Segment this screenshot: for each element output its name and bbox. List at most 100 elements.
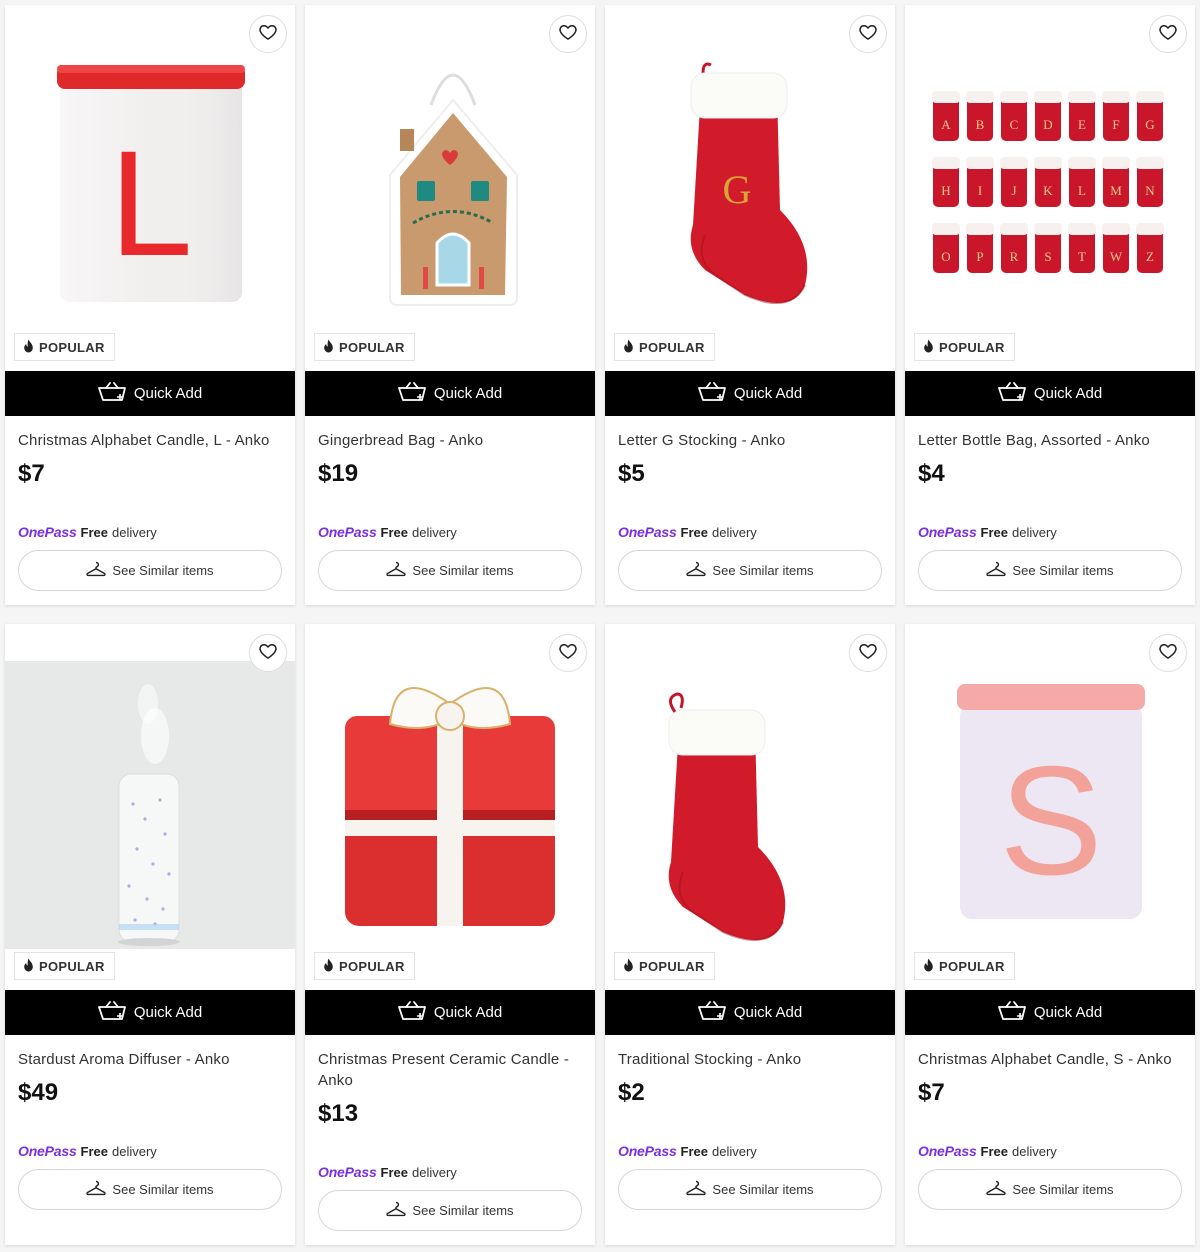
hanger-icon bbox=[86, 561, 107, 580]
product-image-area[interactable]: A B C D E F G H I J K L M N O P R S T W … bbox=[905, 5, 1195, 330]
svg-text:K: K bbox=[1043, 183, 1053, 198]
product-card[interactable]: POPULAR Quick Add Christmas Present Cerami… bbox=[305, 624, 595, 1245]
see-similar-button[interactable]: See Similar items bbox=[18, 550, 282, 591]
onepass-delivery: OnePass Free delivery bbox=[18, 524, 157, 540]
product-image[interactable]: G bbox=[605, 5, 895, 330]
product-card[interactable]: S POPULAR Quick Add Christmas Alphabet Cand… bbox=[905, 624, 1195, 1245]
flame-icon bbox=[923, 339, 934, 356]
svg-text:F: F bbox=[1112, 117, 1119, 132]
onepass-delivery: OnePass Free delivery bbox=[918, 1143, 1057, 1159]
svg-text:J: J bbox=[1011, 183, 1016, 198]
product-card[interactable]: POPULAR Quick Add Traditional Stocking - A… bbox=[605, 624, 895, 1245]
product-card[interactable]: A B C D E F G H I J K L M N O P R S T W … bbox=[905, 5, 1195, 605]
quick-add-button[interactable]: Quick Add bbox=[905, 990, 1195, 1035]
product-price: $7 bbox=[918, 1079, 945, 1106]
product-image[interactable] bbox=[5, 624, 295, 949]
onepass-logo: OnePass bbox=[918, 524, 977, 540]
quick-add-button[interactable]: Quick Add bbox=[305, 990, 595, 1035]
product-title[interactable]: Letter Bottle Bag, Assorted - Anko bbox=[918, 430, 1182, 451]
product-image-area[interactable]: S bbox=[905, 624, 1195, 949]
product-title[interactable]: Traditional Stocking - Anko bbox=[618, 1049, 882, 1070]
product-image-area[interactable] bbox=[305, 5, 595, 330]
delivery-label: delivery bbox=[412, 525, 457, 540]
product-title[interactable]: Gingerbread Bag - Anko bbox=[318, 430, 582, 451]
svg-text:O: O bbox=[941, 249, 950, 264]
product-image[interactable] bbox=[305, 5, 595, 330]
svg-text:G: G bbox=[1145, 117, 1154, 132]
product-title[interactable]: Letter G Stocking - Anko bbox=[618, 430, 882, 451]
wishlist-button[interactable] bbox=[549, 634, 587, 672]
popular-badge: POPULAR bbox=[914, 952, 1015, 980]
product-image[interactable]: A B C D E F G H I J K L M N O P R S T W … bbox=[905, 5, 1195, 330]
see-similar-label: See Similar items bbox=[1012, 1182, 1114, 1197]
quick-add-button[interactable]: Quick Add bbox=[905, 371, 1195, 416]
wishlist-button[interactable] bbox=[1149, 15, 1187, 53]
product-image[interactable]: S bbox=[905, 624, 1195, 949]
quick-add-button[interactable]: Quick Add bbox=[605, 990, 895, 1035]
product-image-area[interactable]: L bbox=[5, 5, 295, 330]
quick-add-label: Quick Add bbox=[133, 385, 203, 402]
quick-add-button[interactable]: Quick Add bbox=[5, 371, 295, 416]
quick-add-label: Quick Add bbox=[433, 1004, 503, 1021]
see-similar-button[interactable]: See Similar items bbox=[318, 550, 582, 591]
free-label: Free bbox=[380, 525, 408, 540]
onepass-delivery: OnePass Free delivery bbox=[618, 524, 757, 540]
product-price: $13 bbox=[318, 1100, 359, 1127]
flame-icon bbox=[623, 339, 634, 356]
wishlist-button[interactable] bbox=[849, 15, 887, 53]
wishlist-button[interactable] bbox=[249, 634, 287, 672]
product-price: $4 bbox=[918, 460, 945, 487]
see-similar-button[interactable]: See Similar items bbox=[918, 550, 1182, 591]
product-title[interactable]: Christmas Present Ceramic Candle - Anko bbox=[318, 1049, 582, 1091]
wishlist-button[interactable] bbox=[249, 15, 287, 53]
onepass-logo: OnePass bbox=[918, 1143, 977, 1159]
product-image-area[interactable] bbox=[605, 624, 895, 949]
product-title[interactable]: Stardust Aroma Diffuser - Anko bbox=[18, 1049, 282, 1070]
product-image[interactable] bbox=[305, 624, 595, 949]
product-card[interactable]: G POPULAR Quick Add Letter G Stocking - An… bbox=[605, 5, 895, 605]
wishlist-button[interactable] bbox=[549, 15, 587, 53]
product-title[interactable]: Christmas Alphabet Candle, L - Anko bbox=[18, 430, 282, 451]
product-image-area[interactable] bbox=[5, 624, 295, 949]
product-card[interactable]: L POPULAR Quick Add Christmas Alphabet Can… bbox=[5, 5, 295, 605]
see-similar-button[interactable]: See Similar items bbox=[618, 550, 882, 591]
onepass-logo: OnePass bbox=[618, 1143, 677, 1159]
quick-add-button[interactable]: Quick Add bbox=[305, 371, 595, 416]
product-card[interactable]: POPULAR Quick Add Stardust Aroma Diffuser … bbox=[5, 624, 295, 1245]
see-similar-button[interactable]: See Similar items bbox=[318, 1190, 582, 1231]
free-label: Free bbox=[80, 1144, 108, 1159]
wishlist-button[interactable] bbox=[849, 634, 887, 672]
product-image-area[interactable]: G bbox=[605, 5, 895, 330]
svg-text:L: L bbox=[109, 119, 192, 287]
heart-icon bbox=[558, 22, 578, 47]
popular-badge: POPULAR bbox=[614, 952, 715, 980]
svg-text:S: S bbox=[999, 734, 1102, 907]
delivery-label: delivery bbox=[112, 525, 157, 540]
svg-text:S: S bbox=[1044, 249, 1051, 264]
popular-badge-label: POPULAR bbox=[339, 339, 405, 355]
quick-add-label: Quick Add bbox=[733, 385, 803, 402]
svg-text:B: B bbox=[976, 117, 985, 132]
delivery-label: delivery bbox=[1012, 1144, 1057, 1159]
product-image[interactable]: L bbox=[5, 5, 295, 330]
delivery-label: delivery bbox=[1012, 525, 1057, 540]
onepass-delivery: OnePass Free delivery bbox=[18, 1143, 157, 1159]
flame-icon bbox=[623, 958, 634, 975]
see-similar-label: See Similar items bbox=[712, 1182, 814, 1197]
product-image-area[interactable] bbox=[305, 624, 595, 949]
popular-badge: POPULAR bbox=[314, 333, 415, 361]
see-similar-button[interactable]: See Similar items bbox=[18, 1169, 282, 1210]
basket-icon bbox=[697, 381, 726, 406]
wishlist-button[interactable] bbox=[1149, 634, 1187, 672]
free-label: Free bbox=[980, 525, 1008, 540]
see-similar-button[interactable]: See Similar items bbox=[918, 1169, 1182, 1210]
product-title[interactable]: Christmas Alphabet Candle, S - Anko bbox=[918, 1049, 1182, 1070]
svg-text:N: N bbox=[1145, 183, 1155, 198]
see-similar-button[interactable]: See Similar items bbox=[618, 1169, 882, 1210]
svg-text:D: D bbox=[1043, 117, 1052, 132]
product-image[interactable] bbox=[605, 624, 895, 949]
quick-add-button[interactable]: Quick Add bbox=[5, 990, 295, 1035]
svg-text:E: E bbox=[1078, 117, 1086, 132]
product-card[interactable]: POPULAR Quick Add Gingerbread Bag - Anko $1… bbox=[305, 5, 595, 605]
quick-add-button[interactable]: Quick Add bbox=[605, 371, 895, 416]
